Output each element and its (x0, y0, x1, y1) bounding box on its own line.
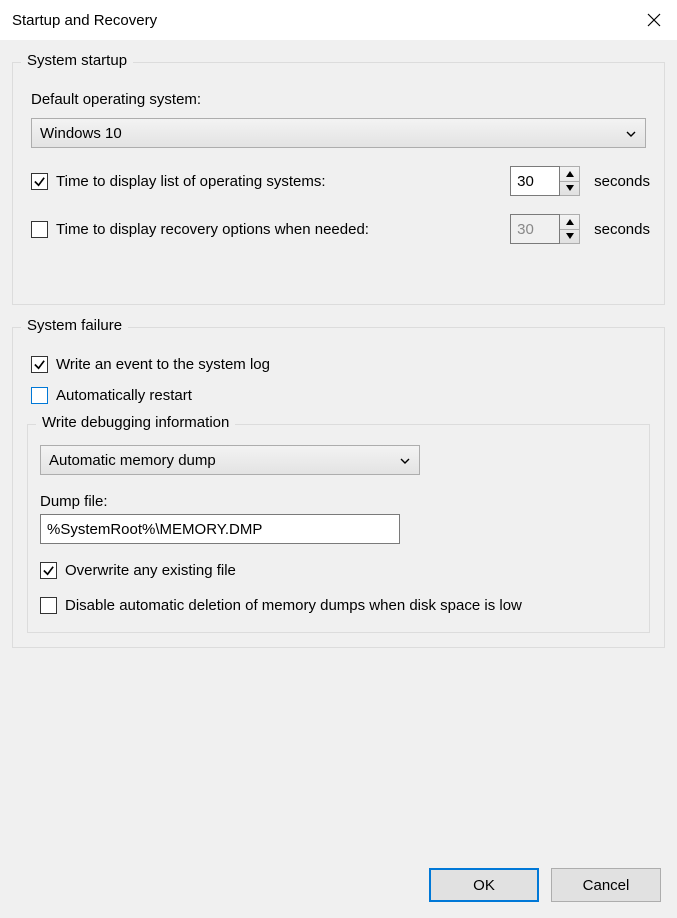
write-debugging-legend: Write debugging information (36, 414, 235, 431)
time-display-list-row: Time to display list of operating system… (27, 166, 650, 196)
time-display-recovery-checkbox[interactable] (31, 221, 48, 238)
time-display-list-unit: seconds (594, 173, 650, 190)
chevron-down-icon (399, 454, 411, 466)
disable-delete-checkbox[interactable] (40, 597, 57, 614)
time-display-list-label: Time to display list of operating system… (56, 173, 326, 190)
close-button[interactable] (631, 0, 677, 40)
dialog-content: System startup Default operating system:… (0, 40, 677, 918)
write-debugging-subgroup: Write debugging information Automatic me… (27, 424, 650, 633)
close-icon (647, 13, 661, 27)
time-display-list-spinbuttons (560, 166, 580, 196)
auto-restart-label: Automatically restart (56, 387, 192, 404)
system-startup-legend: System startup (21, 52, 133, 69)
dump-file-label: Dump file: (40, 493, 637, 510)
time-display-recovery-label: Time to display recovery options when ne… (56, 221, 369, 238)
ok-button[interactable]: OK (429, 868, 539, 902)
auto-restart-checkbox[interactable] (31, 387, 48, 404)
dump-type-combobox[interactable]: Automatic memory dump (40, 445, 420, 475)
spin-down-button[interactable] (560, 181, 579, 196)
spin-down-button[interactable] (560, 229, 579, 244)
chevron-down-icon (625, 127, 637, 139)
system-failure-group: System failure Write an event to the sys… (12, 327, 665, 648)
cancel-button[interactable]: Cancel (551, 868, 661, 902)
auto-restart-row: Automatically restart (27, 387, 650, 404)
time-display-recovery-unit: seconds (594, 221, 650, 238)
default-os-label: Default operating system: (31, 91, 650, 108)
button-bar: OK Cancel (429, 868, 661, 902)
spin-up-button[interactable] (560, 215, 579, 229)
window-title: Startup and Recovery (12, 12, 157, 29)
time-display-recovery-spinner[interactable]: 30 (510, 214, 560, 244)
dump-file-input[interactable]: %SystemRoot%\MEMORY.DMP (40, 514, 400, 544)
overwrite-checkbox[interactable] (40, 562, 57, 579)
overwrite-row: Overwrite any existing file (40, 562, 637, 579)
system-startup-group: System startup Default operating system:… (12, 62, 665, 305)
default-os-value: Windows 10 (40, 125, 122, 142)
write-event-checkbox[interactable] (31, 356, 48, 373)
disable-delete-row: Disable automatic deletion of memory dum… (40, 597, 637, 614)
default-os-combobox[interactable]: Windows 10 (31, 118, 646, 148)
write-event-label: Write an event to the system log (56, 356, 270, 373)
write-event-row: Write an event to the system log (27, 356, 650, 373)
system-failure-legend: System failure (21, 317, 128, 334)
overwrite-label: Overwrite any existing file (65, 562, 236, 579)
time-display-list-checkbox[interactable] (31, 173, 48, 190)
dump-type-value: Automatic memory dump (49, 452, 216, 469)
titlebar: Startup and Recovery (0, 0, 677, 40)
time-display-recovery-row: Time to display recovery options when ne… (27, 214, 650, 244)
spin-up-button[interactable] (560, 167, 579, 181)
disable-delete-label: Disable automatic deletion of memory dum… (65, 597, 522, 614)
time-display-recovery-spinbuttons (560, 214, 580, 244)
time-display-list-spinner[interactable]: 30 (510, 166, 560, 196)
